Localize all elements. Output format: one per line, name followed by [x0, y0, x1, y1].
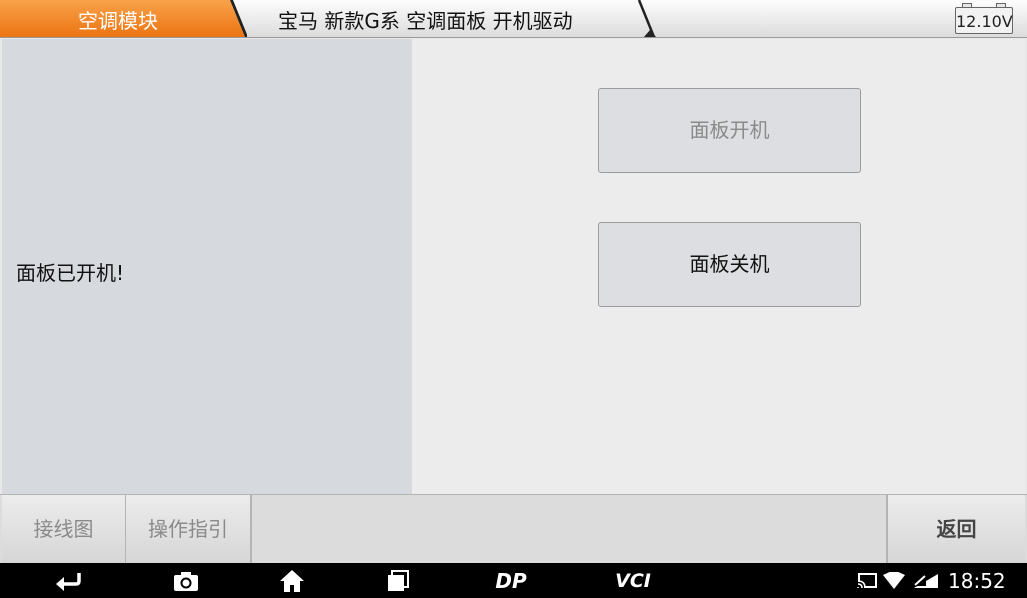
battery-terminal-right	[996, 3, 1006, 7]
cast-icon	[856, 563, 878, 598]
panel-on-button[interactable]: 面板开机	[598, 88, 861, 173]
breadcrumb-module[interactable]: 空调模块	[0, 0, 247, 37]
wiring-diagram-button[interactable]: 接线图	[2, 495, 126, 563]
back-button[interactable]: 返回	[887, 495, 1025, 563]
dp-button[interactable]: DP	[488, 563, 534, 598]
battery-terminal-left	[962, 3, 972, 7]
vci-button[interactable]: VCI	[608, 563, 658, 598]
operation-guide-button[interactable]: 操作指引	[126, 495, 251, 563]
camera-icon[interactable]	[168, 563, 204, 598]
clock-time: 18:52	[948, 569, 1006, 593]
module-title: 空调模块	[78, 9, 158, 33]
wifi-icon	[882, 563, 906, 598]
back-icon[interactable]	[50, 563, 86, 598]
panel-off-button[interactable]: 面板关机	[598, 222, 861, 307]
breadcrumb-separator-icon	[637, 0, 656, 37]
battery-voltage-indicator: 12.10V	[955, 3, 1013, 34]
sim-icon	[912, 563, 940, 598]
voltage-value: 12.10V	[956, 12, 1013, 31]
recent-apps-icon[interactable]	[380, 563, 416, 598]
app-screen: 空调模块 宝马 新款G系 空调面板 开机驱动 12.10V 面板已开机! 面板开…	[0, 0, 1027, 598]
status-panel: 面板已开机!	[2, 39, 412, 494]
function-bar-spacer	[251, 495, 887, 563]
status-message: 面板已开机!	[16, 261, 125, 285]
breadcrumb-path: 宝马 新款G系 空调面板 开机驱动	[278, 9, 573, 33]
title-bar: 空调模块 宝马 新款G系 空调面板 开机驱动 12.10V	[0, 0, 1027, 38]
home-icon[interactable]	[274, 563, 310, 598]
android-nav-bar: DP VCI 18:52	[0, 563, 1027, 598]
function-bar: 接线图 操作指引 返回	[0, 494, 1027, 563]
